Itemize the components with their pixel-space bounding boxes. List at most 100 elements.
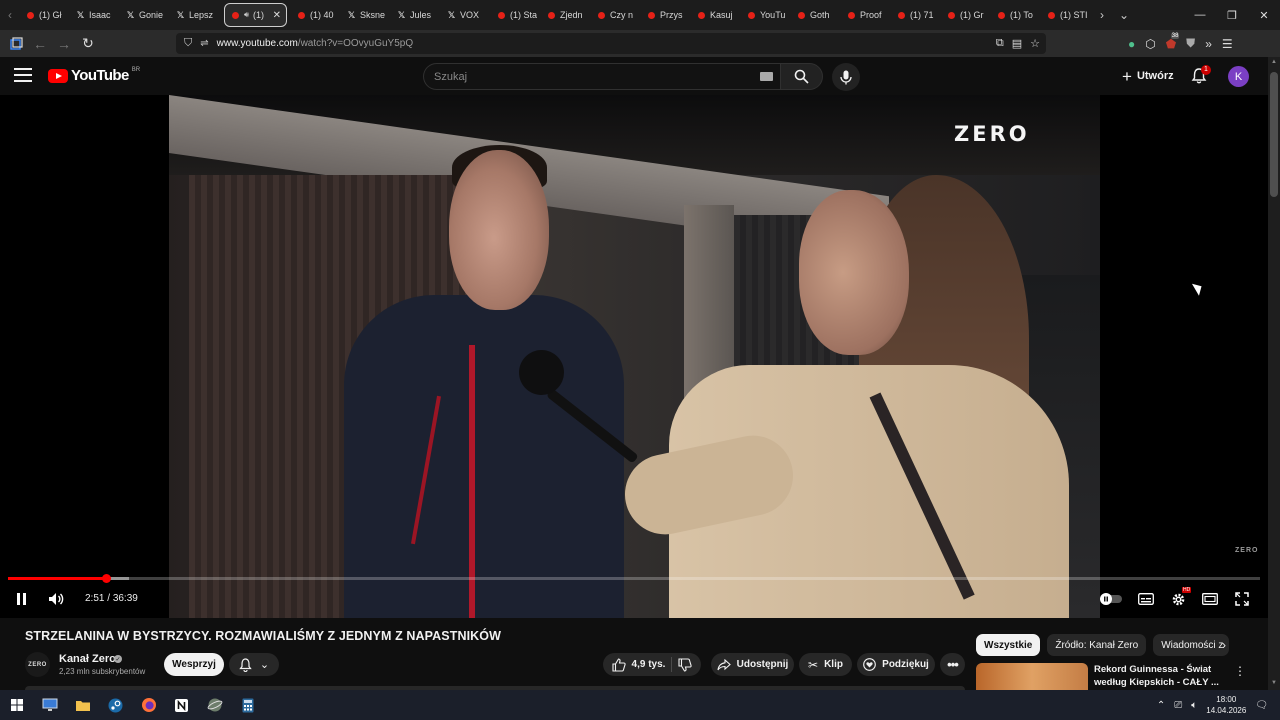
volume-button[interactable] <box>46 588 66 610</box>
bookmark-star-icon[interactable]: ☆ <box>1030 37 1040 50</box>
share-button[interactable]: Udostępnij <box>711 653 794 676</box>
browser-tab[interactable]: 𝕏 Jules <box>391 3 441 27</box>
taskbar-steam[interactable] <box>99 690 132 720</box>
notification-center-icon[interactable]: 🗨︎ <box>1255 700 1268 711</box>
account-avatar[interactable]: K <box>1228 66 1249 87</box>
tab-scroll-left-button[interactable]: ‹ <box>0 0 20 30</box>
browser-tab[interactable]: (1) To <box>991 3 1041 27</box>
chips-next-arrow[interactable]: › <box>1222 638 1226 652</box>
scroll-down-arrow[interactable]: ▼ <box>1270 680 1278 688</box>
browser-tab[interactable]: (1) 40 <box>291 3 341 27</box>
extensions-puzzle-icon[interactable]: ⬡ <box>1145 37 1155 51</box>
pip-icon[interactable]: ⧉ <box>996 37 1004 50</box>
clock-time: 18:00 <box>1216 695 1237 704</box>
channel-avatar[interactable]: ZERO <box>25 652 50 677</box>
tab-scroll-right-button[interactable]: › <box>1091 0 1113 30</box>
ublock-extension-icon[interactable]: ⬟ 38 <box>1166 32 1180 51</box>
system-clock[interactable]: 18:00 14.04.2026 <box>1206 694 1246 716</box>
notification-preferences-button[interactable]: ⌄ <box>229 653 279 676</box>
browser-tab[interactable]: (1) 71 <box>891 3 941 27</box>
browser-tab[interactable]: Proof <box>841 3 891 27</box>
overflow-chevron-icon[interactable]: » <box>1205 37 1212 51</box>
network-icon[interactable]: ⎚ <box>1174 700 1182 711</box>
search-button[interactable] <box>780 63 823 90</box>
workspaces-icon[interactable] <box>4 32 28 56</box>
browser-tab[interactable]: Czy n <box>591 3 641 27</box>
taskbar-firefox[interactable] <box>132 690 165 720</box>
taskbar-app-globe[interactable] <box>198 690 231 720</box>
browser-tab[interactable]: Przys <box>641 3 691 27</box>
theater-mode-button[interactable] <box>1201 588 1219 610</box>
progress-bar[interactable] <box>8 574 1260 583</box>
shield-extension-icon[interactable]: ⛊ <box>1186 36 1195 51</box>
taskbar-file-explorer[interactable] <box>66 690 99 720</box>
video-player[interactable]: ZERO ZERO 2:51 / 36:39 HD <box>0 95 1268 618</box>
browser-tab[interactable]: 𝕏 VOX <box>441 3 491 27</box>
tab-label: Przys <box>660 10 683 20</box>
support-button[interactable]: Wesprzyj <box>164 653 224 676</box>
browser-tab[interactable]: Kasuj <box>691 3 741 27</box>
thanks-button[interactable]: Podziękuj <box>857 653 935 676</box>
browser-tab[interactable]: 𝕏 Gonie <box>120 3 170 27</box>
browser-tab[interactable]: 𝕏 Lepsz <box>170 3 220 27</box>
keyboard-icon[interactable] <box>760 72 773 81</box>
autoplay-toggle[interactable] <box>1100 588 1122 610</box>
clip-button[interactable]: ✂ Klip <box>799 653 852 676</box>
restore-button[interactable]: ❐ <box>1216 0 1248 30</box>
browser-tab-active[interactable]: 🔊︎ (1) ✕ <box>224 3 287 27</box>
recommended-video-title[interactable]: Rekord Guinnessa - Świat według Kiepskic… <box>1094 663 1222 689</box>
subscription-bell-icon <box>239 657 252 672</box>
start-button[interactable] <box>0 690 33 720</box>
browser-tab[interactable]: (1) Gł <box>20 3 70 27</box>
taskbar-calculator[interactable] <box>231 690 264 720</box>
reader-view-icon[interactable]: ▤ <box>1012 37 1022 50</box>
browser-tab[interactable]: (1) Gr <box>941 3 991 27</box>
forward-button[interactable]: → <box>52 32 76 56</box>
browser-tab[interactable]: (1) STI <box>1041 3 1091 27</box>
pause-button[interactable] <box>12 588 30 610</box>
browser-tab[interactable]: Zjedn <box>541 3 591 27</box>
chip-source-channel[interactable]: Źródło: Kanał Zero <box>1047 634 1147 656</box>
fullscreen-button[interactable] <box>1233 588 1251 610</box>
guide-menu-button[interactable] <box>14 68 32 82</box>
browser-tab[interactable]: 𝕏 Sksne <box>341 3 391 27</box>
taskbar-app-monitor[interactable] <box>33 690 66 720</box>
browser-tab[interactable]: Goth <box>791 3 841 27</box>
channel-name[interactable]: Kanał Zero <box>59 653 116 665</box>
vpn-extension-icon[interactable]: ● <box>1128 37 1135 51</box>
more-actions-button[interactable]: ••• <box>940 653 965 676</box>
tab-list-dropdown-button[interactable]: ⌄ <box>1113 0 1135 30</box>
recommended-video-thumbnail[interactable] <box>976 663 1088 690</box>
more-vertical-icon[interactable]: ⋮ <box>1234 664 1246 678</box>
voice-search-button[interactable] <box>832 63 860 91</box>
back-button[interactable]: ← <box>28 32 52 56</box>
search-input[interactable] <box>423 63 780 90</box>
close-window-button[interactable]: ✕ <box>1248 0 1280 30</box>
reload-button[interactable]: ↻ <box>76 32 100 56</box>
tab-audio-icon[interactable]: 🔊︎ <box>244 10 249 20</box>
browser-tab[interactable]: 𝕏 Isaac <box>70 3 120 27</box>
youtube-logo[interactable]: YouTube BR <box>48 67 140 84</box>
browser-tab[interactable]: YouTu <box>741 3 791 27</box>
youtube-icon <box>847 11 856 20</box>
security-shield-icon[interactable]: ⛉ <box>184 37 192 50</box>
chip-news[interactable]: Wiadomości z <box>1153 634 1230 656</box>
page-scrollbar[interactable]: ▲ ▼ <box>1268 57 1280 690</box>
scroll-up-arrow[interactable]: ▲ <box>1270 59 1278 67</box>
chip-all[interactable]: Wszystkie <box>976 634 1041 656</box>
browser-menu-icon[interactable]: ☰ <box>1222 37 1233 51</box>
create-button[interactable]: + Utwórz <box>1116 65 1180 87</box>
site-settings-icon[interactable]: ⇌ <box>200 38 208 49</box>
browser-tab[interactable]: (1) Sta <box>491 3 541 27</box>
subtitles-button[interactable] <box>1137 588 1155 610</box>
like-button[interactable]: 4,9 tys. <box>611 657 665 672</box>
speaker-icon[interactable]: 🔈︎ <box>1191 700 1197 711</box>
tray-overflow-chevron-icon[interactable]: ⌃ <box>1157 700 1165 711</box>
minimize-button[interactable]: — <box>1184 0 1216 30</box>
dislike-button[interactable] <box>678 657 693 672</box>
progress-scrubber[interactable] <box>101 574 111 583</box>
scrollbar-thumb[interactable] <box>1270 72 1278 197</box>
address-bar[interactable]: ⛉ ⇌ www.youtube.com/watch?v=OOvyuGuY5pQ … <box>176 33 1046 54</box>
taskbar-notion[interactable] <box>165 690 198 720</box>
tab-close-icon[interactable]: ✕ <box>273 10 281 21</box>
